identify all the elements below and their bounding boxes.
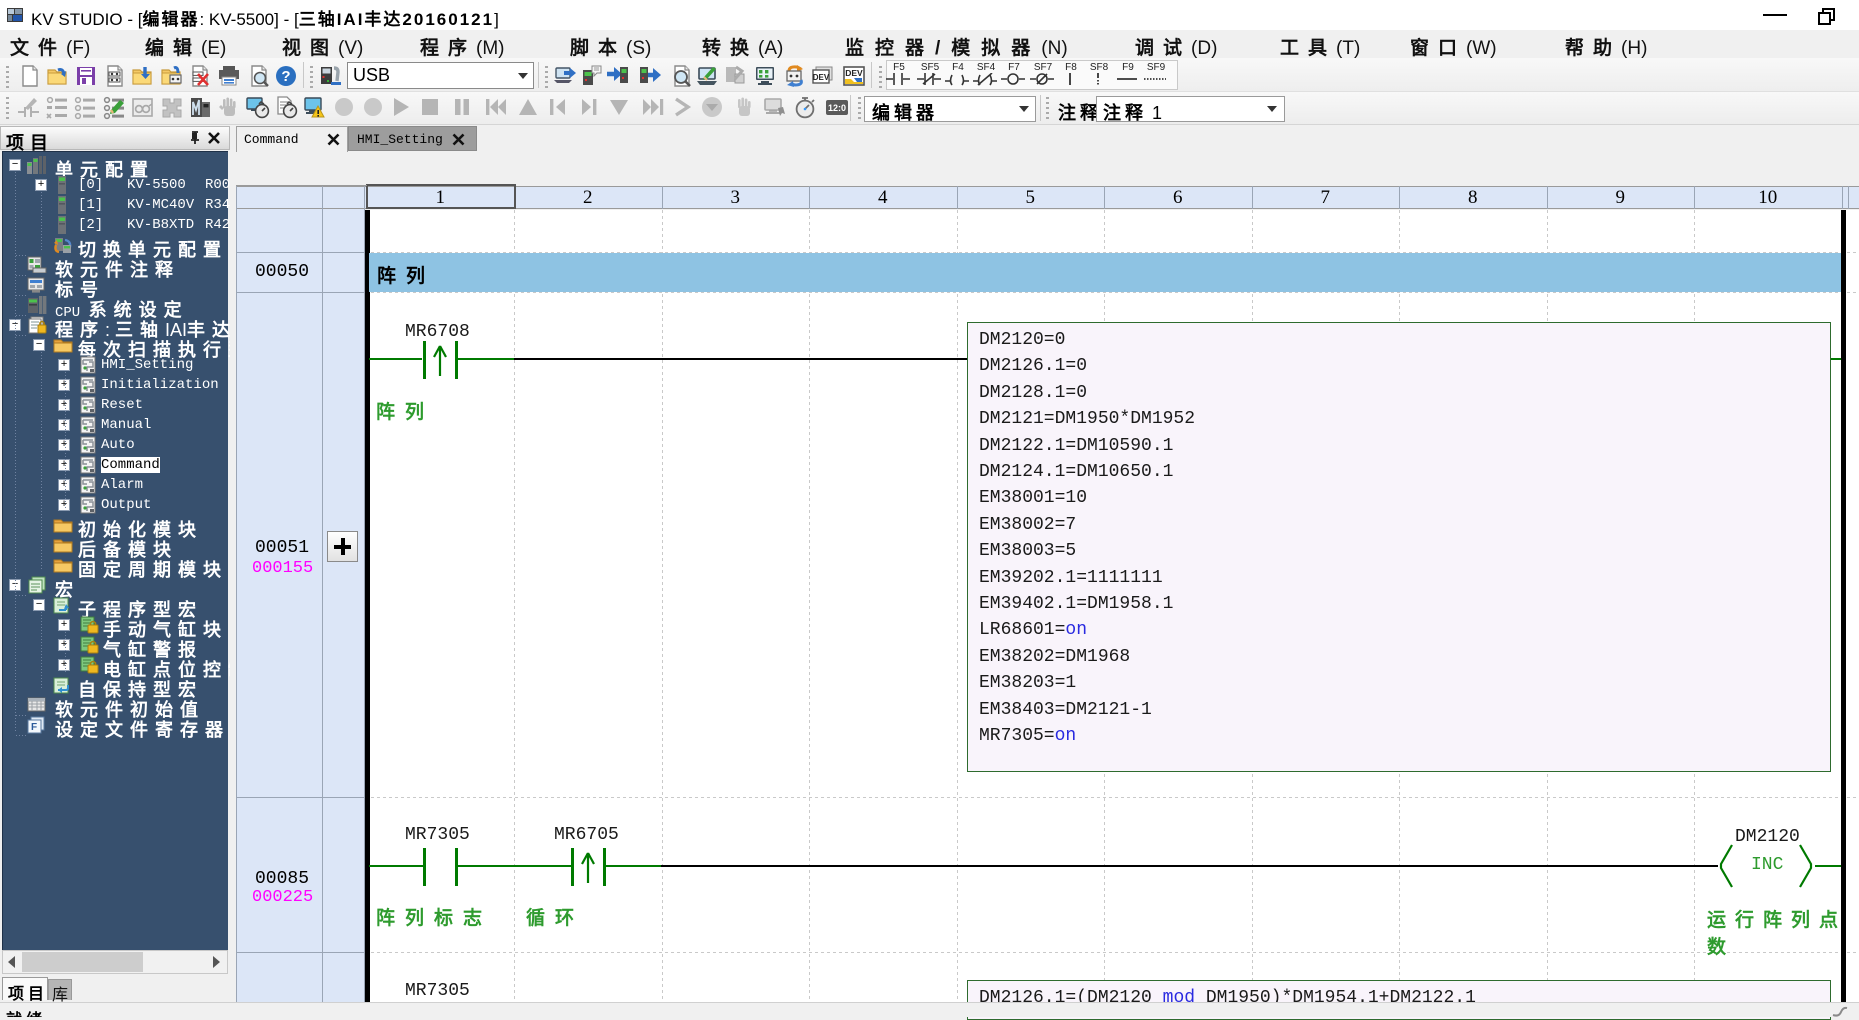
svg-text:F: F: [31, 722, 37, 733]
svg-text:DEV: DEV: [845, 68, 863, 78]
svg-text:?: ?: [281, 68, 290, 85]
svg-text:12:0: 12:0: [828, 103, 846, 113]
svg-text:DEV: DEV: [813, 73, 830, 82]
